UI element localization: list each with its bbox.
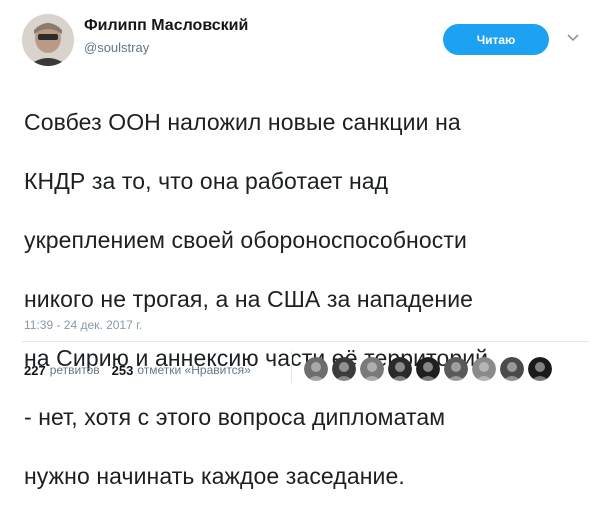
- retweets-label: ретвитов: [49, 363, 100, 377]
- tweet-text-line: - нет, хотя с этого вопроса дипломатам: [24, 403, 446, 430]
- author-avatar-image: [22, 14, 74, 66]
- tweet-card: Филипп Масловский @soulstray Читаю Совбе…: [0, 0, 611, 489]
- likes-count: 253: [111, 362, 134, 378]
- tweet-text: Совбез ООН наложил новые санкции на КНДР…: [24, 78, 594, 521]
- liker-avatar-9[interactable]: [528, 357, 552, 381]
- stats-divider: [291, 351, 292, 383]
- likes-label: отметки «Нравится»: [137, 363, 251, 377]
- liker-avatar-4[interactable]: [388, 357, 412, 381]
- author-avatar[interactable]: [22, 14, 74, 66]
- author-name[interactable]: Филипп Масловский: [84, 17, 248, 35]
- tweet-text-line: нужно начинать каждое заседание.: [24, 462, 405, 489]
- retweets-stat[interactable]: 227 ретвитов: [24, 363, 100, 378]
- retweets-count: 227: [24, 362, 46, 378]
- tweet-text-line: Совбез ООН наложил новые санкции на: [24, 108, 461, 135]
- tweet-timestamp[interactable]: 11:39 - 24 дек. 2017 г.: [24, 318, 142, 332]
- chevron-down-icon[interactable]: [565, 30, 581, 46]
- follow-button[interactable]: Читаю: [443, 24, 549, 55]
- divider: [22, 341, 589, 342]
- author-handle[interactable]: @soulstray: [84, 40, 149, 55]
- tweet-stats: 227 ретвитов 253 отметки «Нравится»: [24, 360, 251, 380]
- liker-avatar-5[interactable]: [416, 357, 440, 381]
- liker-avatar-1[interactable]: [304, 357, 328, 381]
- tweet-text-line: укреплением своей обороноспособности: [24, 226, 467, 253]
- liker-avatar-3[interactable]: [360, 357, 384, 381]
- tweet-text-line: КНДР за то, что она работает над: [24, 167, 389, 194]
- liker-avatars: [304, 356, 556, 382]
- liker-avatar-6[interactable]: [444, 357, 468, 381]
- tweet-text-line: никого не трогая, а на США за нападение: [24, 285, 474, 312]
- liker-avatar-7[interactable]: [472, 357, 496, 381]
- liker-avatar-8[interactable]: [500, 357, 524, 381]
- liker-avatar-2[interactable]: [332, 357, 356, 381]
- likes-stat[interactable]: 253 отметки «Нравится»: [112, 363, 251, 378]
